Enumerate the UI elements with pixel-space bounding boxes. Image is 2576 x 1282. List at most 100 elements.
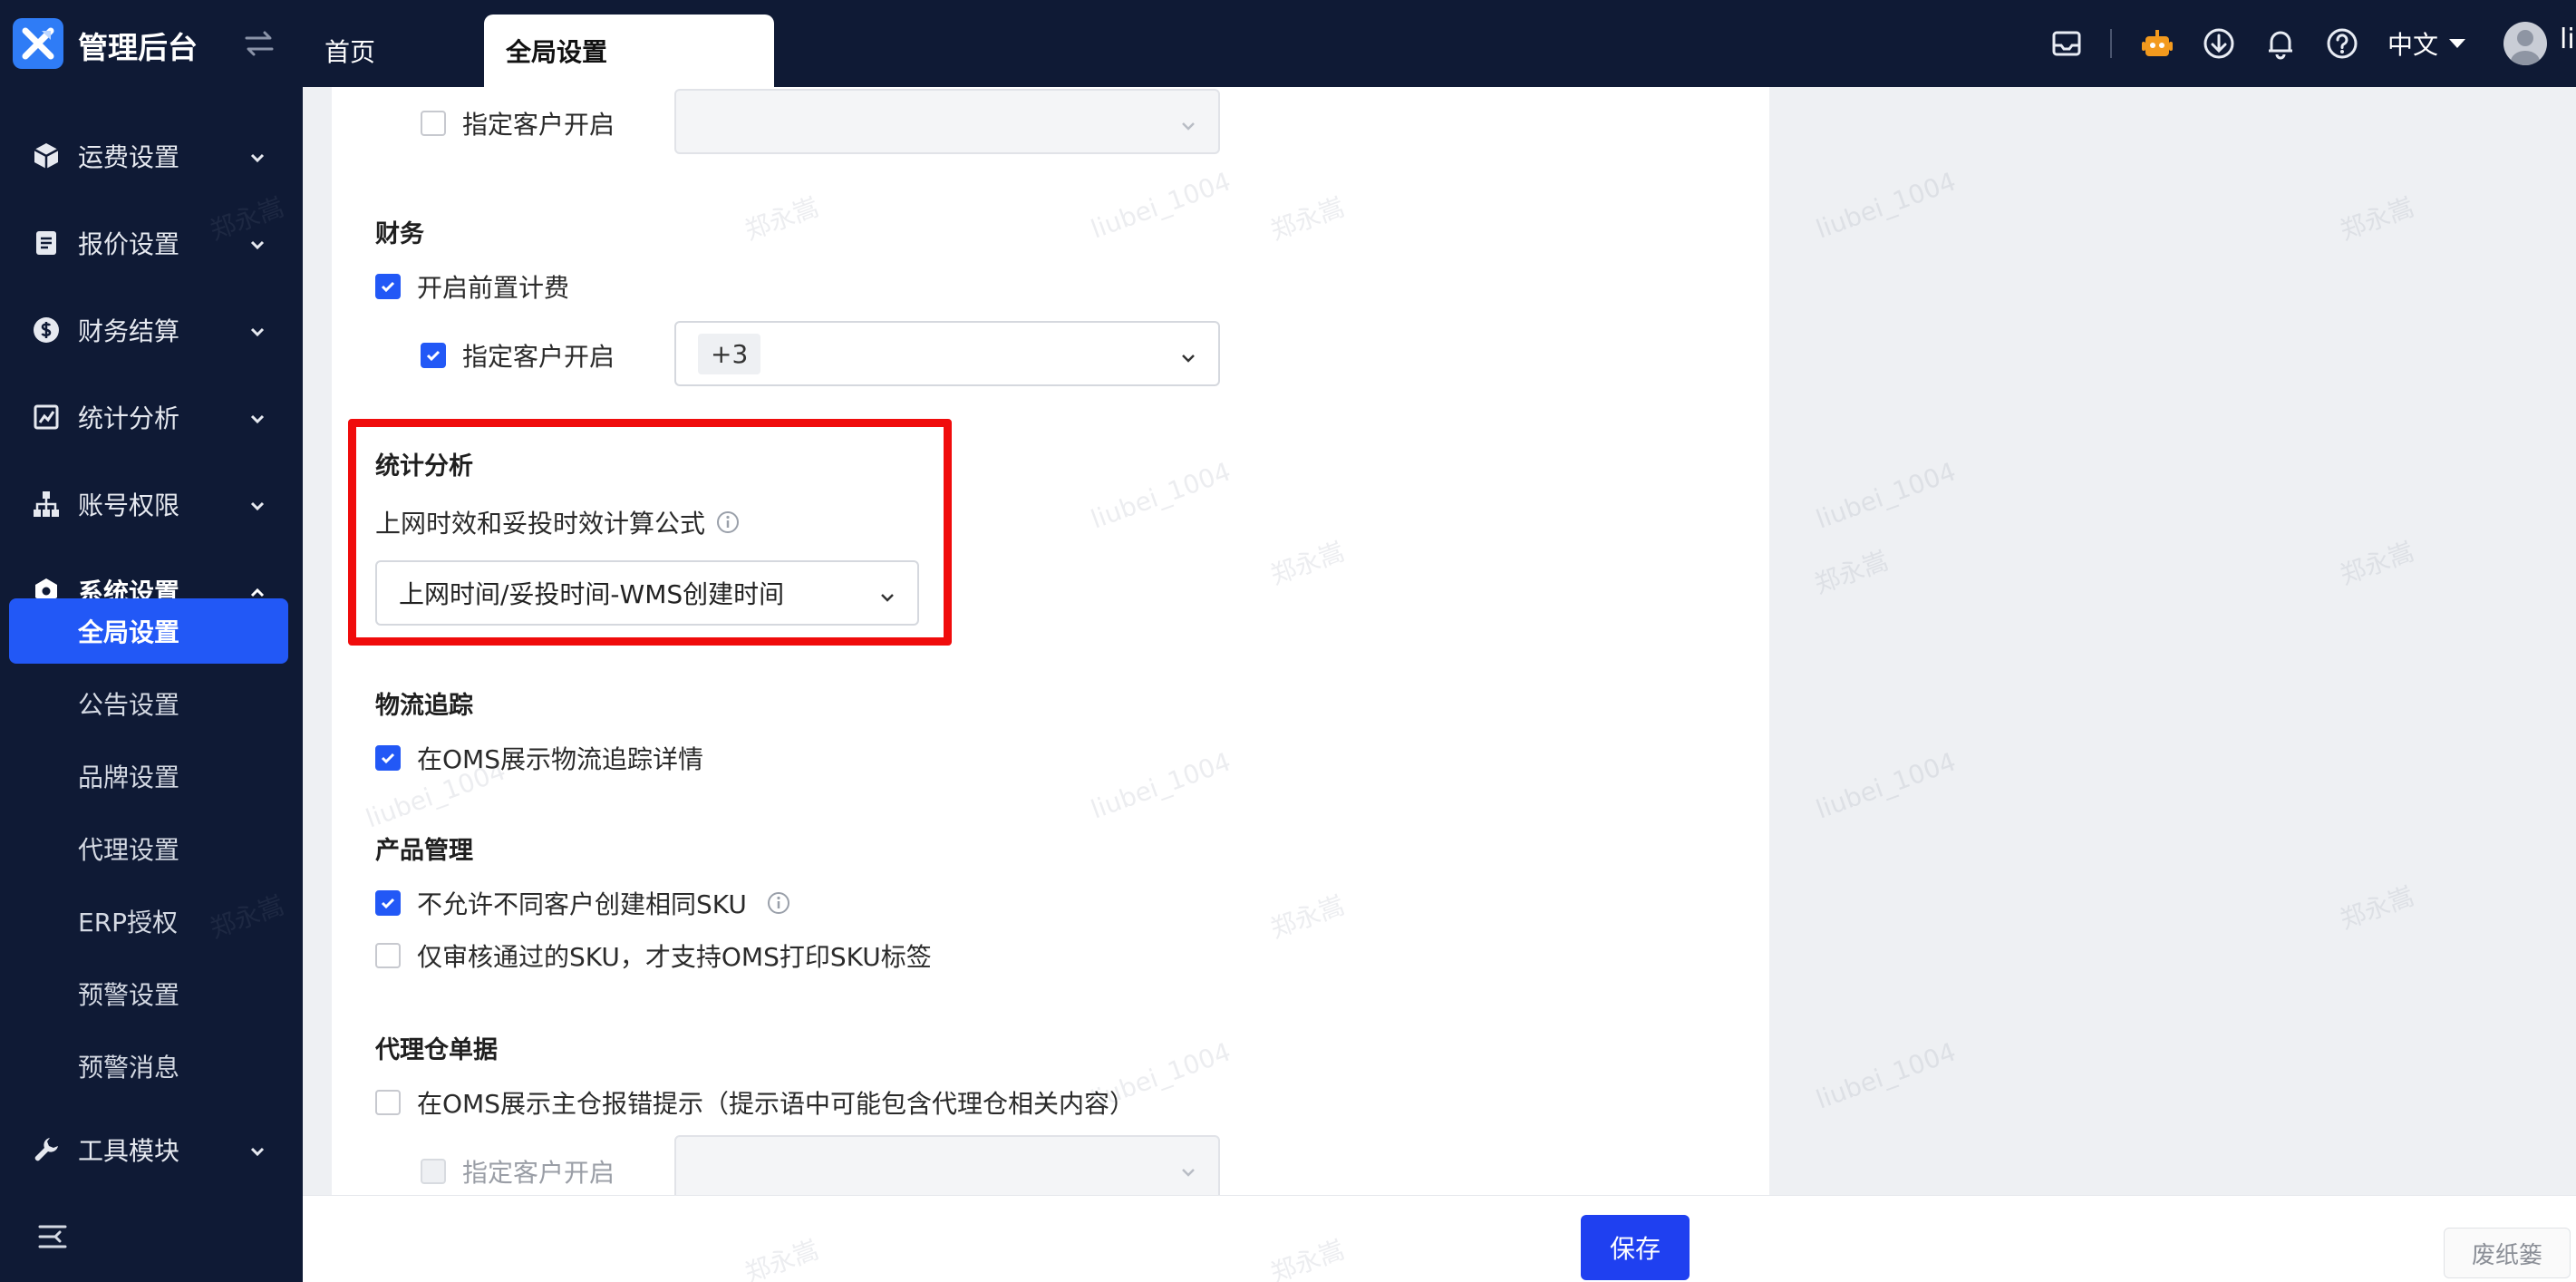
sidebar-item-quote[interactable]: 报价设置 bbox=[0, 207, 303, 279]
swap-arrows-icon[interactable] bbox=[241, 25, 277, 62]
top-bar: 管理后台 首页 全局设置 中文 li bbox=[0, 0, 2576, 87]
watermark-text: liubei_1004 bbox=[1812, 166, 1961, 245]
sidebar-item-tools[interactable]: 工具模块 bbox=[0, 1113, 303, 1186]
robot-icon[interactable] bbox=[2139, 25, 2175, 62]
download-icon[interactable] bbox=[2201, 25, 2237, 62]
chevron-down-icon bbox=[877, 584, 897, 604]
cube-icon bbox=[31, 141, 62, 171]
sidebar-item-label: 工具模块 bbox=[78, 1136, 180, 1166]
document-icon bbox=[31, 228, 62, 258]
help-icon[interactable] bbox=[2324, 25, 2360, 62]
info-icon[interactable] bbox=[767, 891, 790, 915]
sidebar-item-label: 统计分析 bbox=[78, 403, 180, 433]
selected-count-tag: +3 bbox=[698, 333, 761, 374]
checkbox-label: 指定客户开启 bbox=[462, 342, 615, 372]
sidebar-sub-proxy[interactable]: 代理设置 bbox=[9, 816, 288, 881]
language-label: 中文 bbox=[2387, 30, 2439, 60]
formula-select-value: 上网时间/妥投时间-WMS创建时间 bbox=[399, 579, 785, 609]
formula-label-row: 上网时效和妥投时效计算公式 bbox=[375, 504, 740, 540]
checkbox-checked[interactable] bbox=[421, 343, 446, 368]
chart-icon bbox=[31, 402, 62, 432]
user-name[interactable]: li bbox=[2560, 24, 2575, 55]
footer-bar bbox=[303, 1195, 2576, 1282]
sidebar-sub-announcement[interactable]: 公告设置 bbox=[9, 671, 288, 736]
chevron-down-icon bbox=[1178, 345, 1198, 364]
bell-icon[interactable] bbox=[2262, 25, 2299, 62]
sidebar-item-label: 财务结算 bbox=[78, 316, 180, 346]
tab-global-settings[interactable]: 全局设置 bbox=[484, 15, 774, 87]
checkbox-checked[interactable] bbox=[375, 745, 401, 771]
chevron-down-icon bbox=[247, 1139, 268, 1161]
proxy-customer-select bbox=[674, 1135, 1220, 1200]
settings-panel bbox=[332, 87, 1769, 1195]
checkbox[interactable] bbox=[421, 111, 446, 136]
sidebar-item-label: 账号权限 bbox=[78, 490, 180, 520]
chevron-down-icon bbox=[247, 232, 268, 254]
chevron-down-icon bbox=[1178, 1159, 1198, 1179]
app-logo-icon bbox=[13, 18, 63, 69]
wrench-icon bbox=[31, 1134, 62, 1165]
save-button[interactable]: 保存 bbox=[1581, 1215, 1690, 1280]
checkbox-checked[interactable] bbox=[375, 274, 401, 299]
sku-unique-row[interactable]: 不允许不同客户创建相同SKU bbox=[375, 885, 790, 921]
checkbox[interactable] bbox=[375, 943, 401, 968]
checkbox-label: 仅审核通过的SKU，才支持OMS打印SKU标签 bbox=[417, 942, 932, 972]
watermark-text: liubei_1004 bbox=[1812, 456, 1961, 535]
sidebar-item-label: 报价设置 bbox=[78, 229, 180, 259]
checkbox-label: 在OMS展示物流追踪详情 bbox=[417, 744, 703, 774]
sidebar-item-freight[interactable]: 运费设置 bbox=[0, 120, 303, 192]
watermark-text: 郑永嵩 bbox=[2336, 191, 2418, 247]
watermark-text: liubei_1004 bbox=[1812, 746, 1961, 825]
proxy-specify-row: 指定客户开启 bbox=[421, 1153, 615, 1190]
language-selector[interactable]: 中文 bbox=[2387, 25, 2466, 62]
chevron-down-icon bbox=[1178, 112, 1198, 132]
chevron-down-icon bbox=[247, 319, 268, 341]
checkbox-disabled bbox=[421, 1159, 446, 1184]
watermark-text: 郑永嵩 bbox=[1810, 545, 1893, 600]
sidebar-sub-global-settings[interactable]: 全局设置 bbox=[9, 598, 288, 664]
menu-collapse-icon[interactable] bbox=[36, 1220, 69, 1253]
top-customer-select[interactable] bbox=[674, 89, 1220, 154]
tab-home[interactable]: 首页 bbox=[324, 15, 375, 87]
proxy-error-row[interactable]: 在OMS展示主仓报错提示（提示语中可能包含代理仓相关内容） bbox=[375, 1084, 1135, 1121]
chevron-down-icon bbox=[247, 493, 268, 515]
inbox-icon[interactable] bbox=[2048, 25, 2085, 62]
sidebar-sub-erp[interactable]: ERP授权 bbox=[9, 889, 288, 954]
prepay-row[interactable]: 开启前置计费 bbox=[375, 268, 569, 305]
finance-customer-select[interactable]: +3 bbox=[674, 321, 1220, 386]
finance-specify-row[interactable]: 指定客户开启 bbox=[421, 337, 615, 374]
info-icon[interactable] bbox=[716, 510, 740, 534]
sidebar-item-finance[interactable]: 财务结算 bbox=[0, 294, 303, 366]
section-stats-title: 统计分析 bbox=[375, 452, 473, 481]
org-icon bbox=[31, 489, 62, 520]
avatar[interactable] bbox=[2503, 22, 2547, 65]
checkbox-label: 开启前置计费 bbox=[417, 273, 570, 303]
checkbox-label: 在OMS展示主仓报错提示（提示语中可能包含代理仓相关内容） bbox=[417, 1089, 1135, 1119]
sidebar-item-stats[interactable]: 统计分析 bbox=[0, 381, 303, 453]
sidebar-item-accounts[interactable]: 账号权限 bbox=[0, 468, 303, 540]
formula-select[interactable]: 上网时间/妥投时间-WMS创建时间 bbox=[375, 560, 919, 626]
section-product-title: 产品管理 bbox=[375, 837, 473, 865]
watermark-text: 郑永嵩 bbox=[2336, 536, 2418, 591]
section-logistics-title: 物流追踪 bbox=[375, 692, 473, 720]
section-proxy-title: 代理仓单据 bbox=[375, 1036, 498, 1064]
checkbox[interactable] bbox=[375, 1090, 401, 1115]
checkbox-label: 指定客户开启 bbox=[462, 110, 615, 140]
app-title: 管理后台 bbox=[78, 30, 198, 65]
sku-print-row[interactable]: 仅审核通过的SKU，才支持OMS打印SKU标签 bbox=[375, 937, 932, 974]
trash-button[interactable]: 废纸篓 bbox=[2444, 1228, 2571, 1278]
formula-label: 上网时效和妥投时效计算公式 bbox=[375, 509, 706, 539]
logistics-show-row[interactable]: 在OMS展示物流追踪详情 bbox=[375, 740, 703, 776]
checkbox-checked[interactable] bbox=[375, 890, 401, 916]
dollar-icon bbox=[31, 315, 62, 345]
sidebar-sub-alert-messages[interactable]: 预警消息 bbox=[9, 1034, 288, 1099]
checkbox-label: 指定客户开启 bbox=[462, 1158, 615, 1188]
sidebar-sub-alert-settings[interactable]: 预警设置 bbox=[9, 961, 288, 1026]
watermark-text: 郑永嵩 bbox=[2336, 880, 2418, 936]
top-specify-customer-row[interactable]: 指定客户开启 bbox=[421, 105, 615, 141]
sidebar-sub-brand[interactable]: 品牌设置 bbox=[9, 743, 288, 809]
header-divider bbox=[2110, 29, 2112, 58]
sidebar-item-label: 运费设置 bbox=[78, 142, 180, 172]
watermark-text: liubei_1004 bbox=[1812, 1036, 1961, 1115]
chevron-down-icon bbox=[247, 406, 268, 428]
